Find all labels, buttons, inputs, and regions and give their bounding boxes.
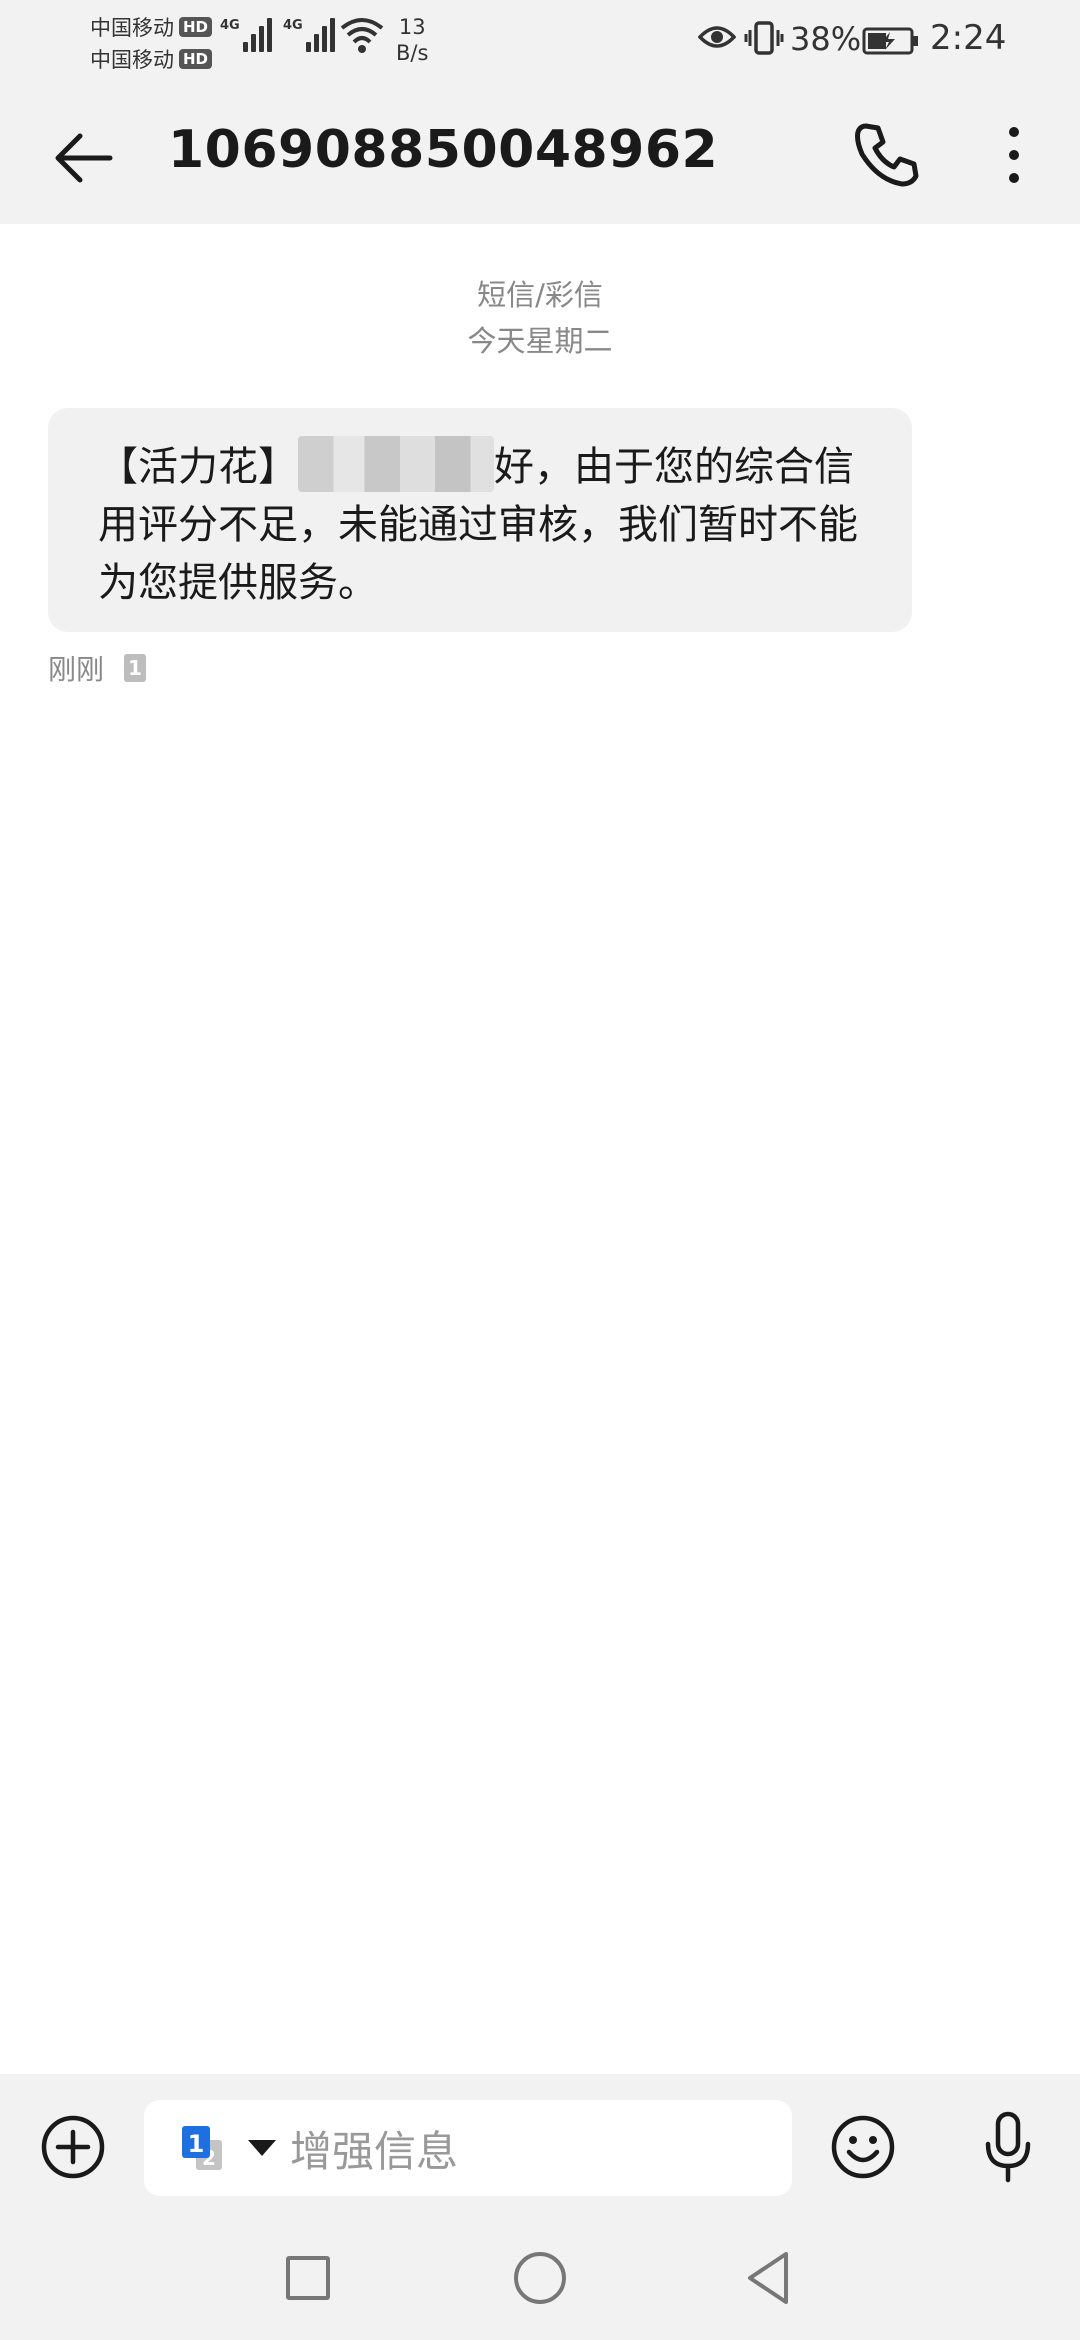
- microphone-icon[interactable]: [980, 2110, 1036, 2184]
- wifi-icon: [340, 18, 384, 53]
- signal-icon: 4G: [220, 18, 275, 52]
- hd-badge: HD: [179, 17, 213, 37]
- carrier-1-label: 中国移动: [90, 16, 174, 40]
- sim-card-icon: 1: [124, 654, 147, 682]
- more-vertical-icon[interactable]: [994, 120, 1034, 190]
- system-navigation-bar: [0, 2222, 1080, 2340]
- svg-text:1: 1: [188, 2130, 205, 2158]
- smiley-icon[interactable]: [830, 2114, 896, 2180]
- message-input-box[interactable]: 2 1 增强信息: [144, 2100, 792, 2196]
- speed-value: 13: [398, 15, 426, 39]
- message-input[interactable]: 增强信息: [290, 2118, 458, 2179]
- redacted-name: [298, 436, 494, 492]
- arrow-left-icon[interactable]: [48, 122, 120, 194]
- vibrate-icon: [744, 21, 784, 55]
- clock: 2:24: [930, 18, 1007, 58]
- battery-charging-icon: [862, 27, 918, 55]
- message-type-label: 短信/彩信: [477, 278, 603, 312]
- network-speed: 13 B/s: [396, 14, 428, 66]
- hd-badge: HD: [179, 49, 213, 69]
- message-time: 刚刚: [48, 653, 105, 686]
- plus-circle-icon[interactable]: [40, 2114, 106, 2180]
- network-type-2: 4G: [283, 18, 303, 33]
- status-bar: 中国移动 HD 中国移动 HD 4G 4G 13 B/s 38% 2:24: [0, 0, 1080, 84]
- speed-unit: B/s: [396, 41, 429, 65]
- eye-comfort-icon: [698, 26, 736, 48]
- contact-number: 106908850048962: [168, 120, 719, 180]
- phone-icon[interactable]: [852, 120, 922, 190]
- home-icon[interactable]: [514, 2252, 566, 2304]
- message-meta: 刚刚 1: [48, 648, 147, 688]
- message-text-prefix: 【活力花】: [98, 444, 298, 490]
- carrier-2-label: 中国移动: [90, 48, 174, 72]
- conversation-header: 106908850048962: [0, 84, 1080, 224]
- carrier-2: 中国移动 HD: [90, 44, 213, 74]
- dual-sim-switch-icon[interactable]: 2 1: [180, 2124, 228, 2172]
- signal-icon: 4G: [283, 18, 338, 52]
- message-composer: 2 1 增强信息: [0, 2074, 1080, 2222]
- battery-percent: 38%: [790, 20, 862, 58]
- date-separator: 今天星期二: [467, 324, 613, 358]
- chevron-down-icon[interactable]: [248, 2140, 276, 2156]
- network-type-1: 4G: [220, 18, 240, 33]
- back-triangle-icon[interactable]: [746, 2250, 790, 2306]
- recent-apps-icon[interactable]: [286, 2256, 330, 2300]
- carrier-1: 中国移动 HD: [90, 12, 213, 42]
- message-bubble[interactable]: 【活力花】 好，由于您的综合信用评分不足，未能通过审核，我们暂时不能为您提供服务。: [48, 408, 912, 632]
